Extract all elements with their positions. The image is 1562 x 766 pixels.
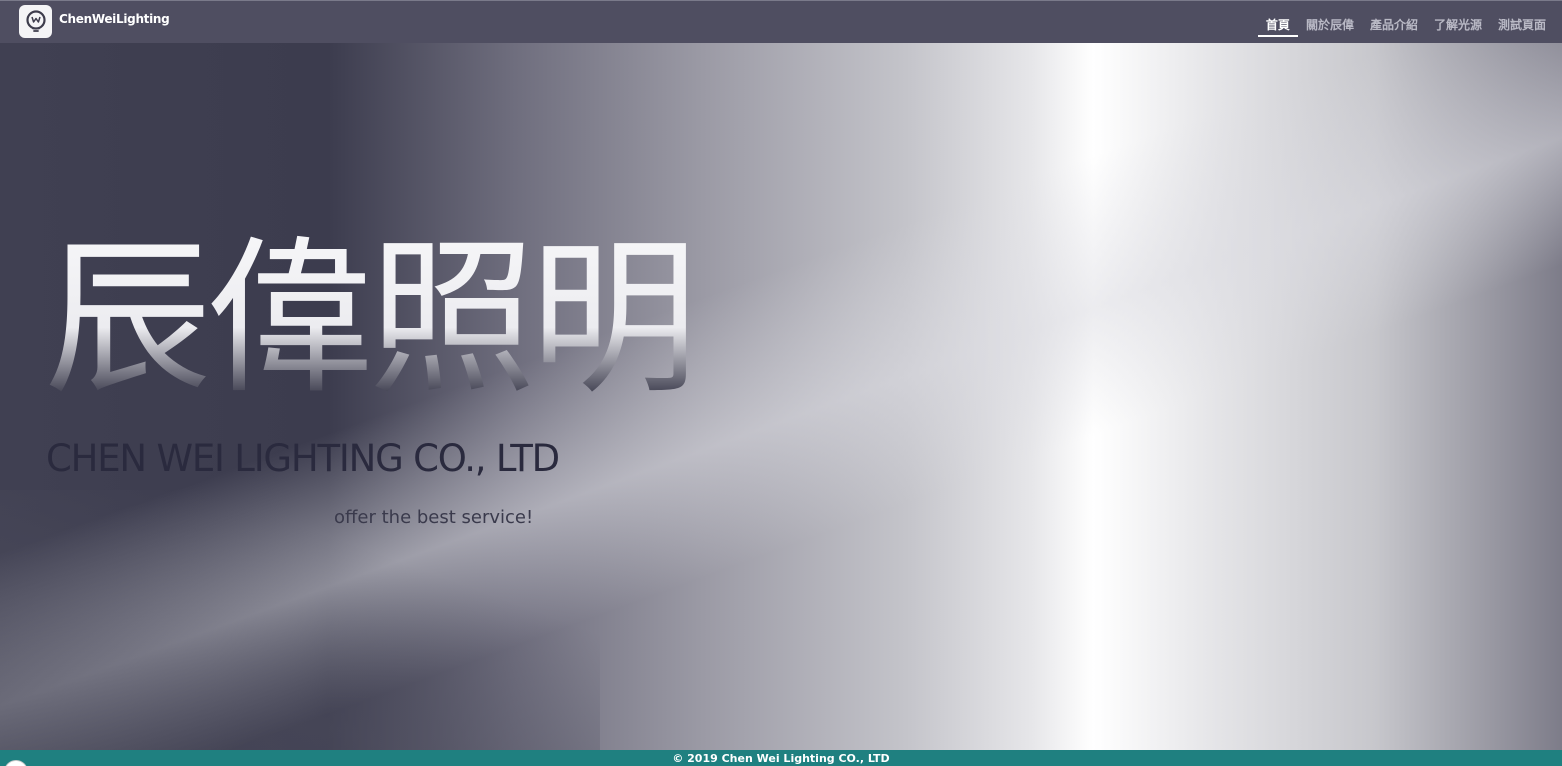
- nav-item-test-page[interactable]: 測試頁面: [1498, 1, 1546, 32]
- top-navbar: ChenWeiLighting 首頁 關於辰偉 產品介紹 了解光源 測試頁面: [0, 0, 1562, 43]
- nav-item-home[interactable]: 首頁: [1257, 1, 1298, 37]
- hero-subtitle: CHEN WEI LIGHTING CO., LTD: [46, 437, 560, 480]
- footer-copyright: © 2019 Chen Wei Lighting CO., LTD: [672, 752, 890, 765]
- hero-tagline: offer the best service!: [334, 507, 534, 528]
- main-nav: 首頁 關於辰偉 產品介紹 了解光源 測試頁面: [1250, 1, 1546, 43]
- lightbulb-w-icon: [19, 5, 52, 38]
- page: ChenWeiLighting 首頁 關於辰偉 產品介紹 了解光源 測試頁面 辰…: [0, 0, 1562, 766]
- nav-item-about[interactable]: 關於辰偉: [1306, 1, 1354, 32]
- brand-name: ChenWeiLighting: [59, 11, 170, 26]
- hero-banner: 辰偉照明 CHEN WEI LIGHTING CO., LTD offer th…: [0, 43, 1562, 750]
- hero-title: 辰偉照明: [44, 221, 698, 417]
- brand-link[interactable]: ChenWeiLighting: [19, 4, 170, 39]
- nav-item-products[interactable]: 產品介紹: [1370, 1, 1418, 32]
- footer: © 2019 Chen Wei Lighting CO., LTD: [0, 750, 1562, 766]
- nav-item-light-sources[interactable]: 了解光源: [1434, 1, 1482, 32]
